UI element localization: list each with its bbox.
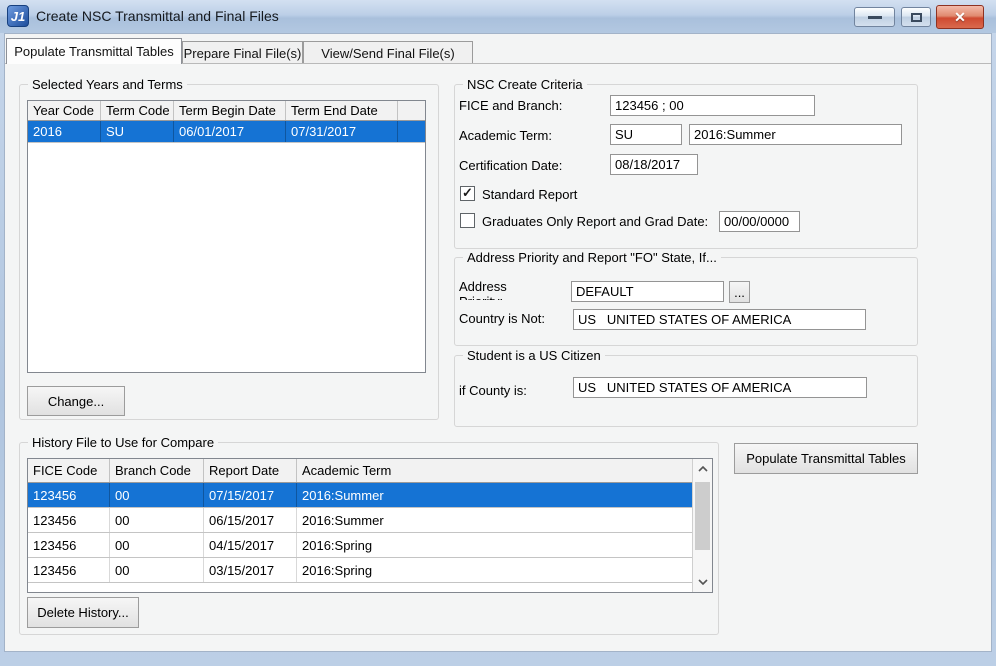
close-button[interactable]: ✕ [936,5,984,29]
cell-branch-code: 00 [110,558,204,582]
academic-term-description-input[interactable] [689,124,902,145]
history-row[interactable]: 123456 00 04/15/2017 2016:Spring [28,533,692,558]
tab-page: Selected Years and Terms Year Code Term … [5,63,991,651]
selected-years-terms-table: Year Code Term Code Term Begin Date Term… [27,100,426,373]
scrollbar-thumb[interactable] [695,482,710,550]
cell-report-date: 07/15/2017 [204,483,297,507]
address-label-line1: Address [459,279,564,294]
close-icon: ✕ [954,10,966,24]
academic-term-code-input[interactable] [610,124,682,145]
cell-fice-code: 123456 [28,533,110,557]
cell-fice-code: 123456 [28,483,110,507]
address-priority-label: Address Priority and Report "FO" State, … [463,250,721,265]
scroll-up-button[interactable] [693,459,712,479]
scroll-down-button[interactable] [693,572,712,592]
cell-branch-code: 00 [110,533,204,557]
delete-history-button[interactable]: Delete History... [27,597,139,628]
column-header-fice-code[interactable]: FICE Code [28,459,110,482]
dialog-window: J1 Create NSC Transmittal and Final File… [0,0,996,666]
history-group: History File to Use for Compare FICE Cod… [19,442,719,635]
standard-report-checkbox[interactable]: ✓ [460,186,475,201]
certification-date-label: Certification Date: [459,158,562,173]
history-row[interactable]: 123456 00 06/15/2017 2016:Summer [28,508,692,533]
cell-year-code: 2016 [28,121,101,142]
history-table: FICE Code Branch Code Report Date Academ… [27,458,713,593]
chevron-down-icon [698,579,708,585]
column-header-filler [398,101,425,120]
tab-view-send-final-files[interactable]: View/Send Final File(s) [303,41,473,64]
change-button[interactable]: Change... [27,386,125,416]
cell-fice-code: 123456 [28,558,110,582]
if-county-is-input[interactable] [573,377,867,398]
history-group-label: History File to Use for Compare [28,435,218,450]
column-header-term-begin-date[interactable]: Term Begin Date [174,101,286,120]
grad-date-input[interactable] [719,211,800,232]
cell-report-date: 04/15/2017 [204,533,297,557]
checkmark-icon: ✓ [462,186,473,199]
address-label-line2: Priority: [459,294,564,300]
cell-fice-code: 123456 [28,508,110,532]
us-citizen-label: Student is a US Citizen [463,348,605,363]
minimize-button[interactable] [854,7,895,27]
tab-prepare-final-files[interactable]: Prepare Final File(s) [182,41,303,64]
standard-report-label: Standard Report [482,187,577,202]
history-table-body: 123456 00 07/15/2017 2016:Summer 123456 … [28,483,692,592]
tab-populate-transmittal-tables[interactable]: Populate Transmittal Tables [6,38,182,64]
cell-term-end-date: 07/31/2017 [286,121,398,142]
title-bar[interactable]: J1 Create NSC Transmittal and Final File… [0,0,996,33]
nsc-create-criteria-label: NSC Create Criteria [463,77,587,92]
nsc-create-criteria-group: NSC Create Criteria FICE and Branch: Aca… [454,84,918,249]
history-table-header: FICE Code Branch Code Report Date Academ… [28,459,692,483]
app-icon: J1 [7,5,29,27]
fice-and-branch-input[interactable] [610,95,815,116]
cell-academic-term: 2016:Summer [297,508,692,532]
cell-branch-code: 00 [110,508,204,532]
column-header-report-date[interactable]: Report Date [204,459,297,482]
academic-term-label: Academic Term: [459,128,552,143]
cell-academic-term: 2016:Spring [297,558,692,582]
cell-academic-term: 2016:Spring [297,533,692,557]
cell-term-code: SU [101,121,174,142]
history-row[interactable]: 123456 00 07/15/2017 2016:Summer [28,483,692,508]
selected-years-terms-group: Selected Years and Terms Year Code Term … [19,84,439,420]
chevron-up-icon [698,466,708,472]
maximize-button[interactable] [901,7,931,27]
client-area: Populate Transmittal Tables Prepare Fina… [4,33,992,652]
minimize-icon [868,16,882,19]
address-priority-group: Address Priority and Report "FO" State, … [454,257,918,346]
us-citizen-group: Student is a US Citizen if County is: [454,355,918,427]
column-header-branch-code[interactable]: Branch Code [110,459,204,482]
maximize-icon [911,13,922,22]
address-priority-browse-button[interactable]: ... [729,281,750,303]
table-row[interactable]: 2016 SU 06/01/2017 07/31/2017 [28,121,425,143]
selected-years-terms-label: Selected Years and Terms [28,77,187,92]
certification-date-input[interactable] [610,154,698,175]
table-header: Year Code Term Code Term Begin Date Term… [28,101,425,121]
cell-report-date: 06/15/2017 [204,508,297,532]
cell-branch-code: 00 [110,483,204,507]
country-is-not-label: Country is Not: [459,311,545,326]
history-row[interactable]: 123456 00 03/15/2017 2016:Spring [28,558,692,583]
column-header-year-code[interactable]: Year Code [28,101,101,120]
column-header-term-end-date[interactable]: Term End Date [286,101,398,120]
country-is-not-input[interactable] [573,309,866,330]
cell-report-date: 03/15/2017 [204,558,297,582]
column-header-term-code[interactable]: Term Code [101,101,174,120]
if-county-is-label: if County is: [459,383,527,398]
address-priority-input[interactable] [571,281,724,302]
cell-term-begin-date: 06/01/2017 [174,121,286,142]
address-priority-field-label: Address Priority: [459,279,564,300]
graduates-only-checkbox[interactable] [460,213,475,228]
populate-transmittal-tables-button[interactable]: Populate Transmittal Tables [734,443,918,474]
cell-academic-term: 2016:Summer [297,483,692,507]
fice-and-branch-label: FICE and Branch: [459,98,562,113]
column-header-academic-term[interactable]: Academic Term [297,459,692,482]
graduates-only-label: Graduates Only Report and Grad Date: [482,214,708,229]
vertical-scrollbar[interactable] [692,459,712,592]
cell-filler [398,121,425,142]
window-title: Create NSC Transmittal and Final Files [36,0,279,33]
